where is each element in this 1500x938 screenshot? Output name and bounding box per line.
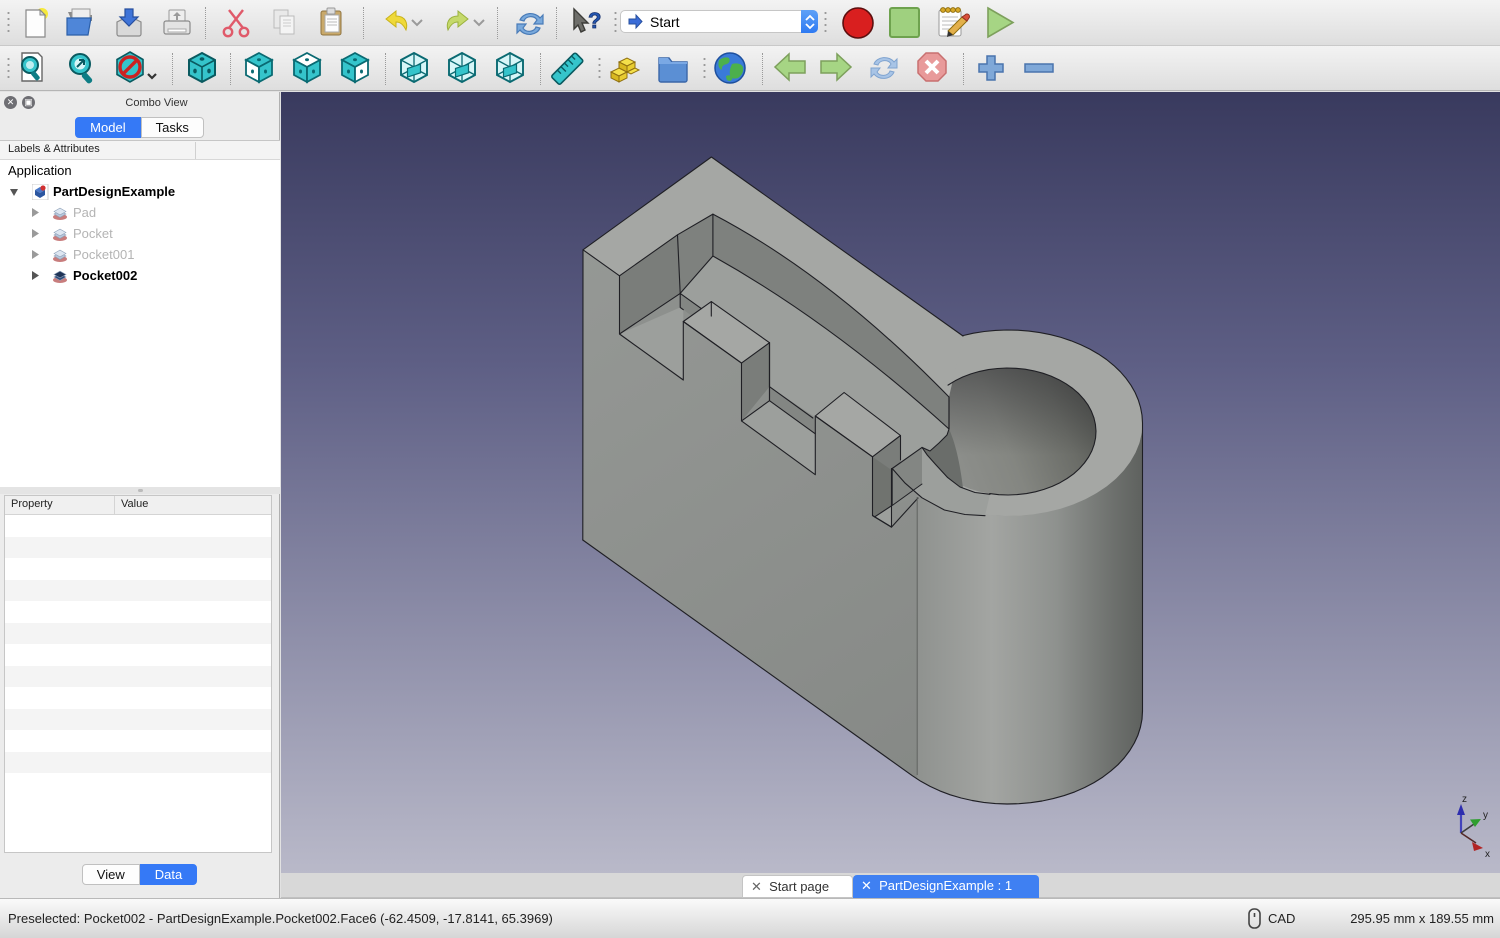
svg-text:x: x [1485, 849, 1490, 860]
svg-text:y: y [1483, 810, 1488, 821]
svg-text:z: z [1462, 794, 1467, 805]
svg-text:?: ? [588, 8, 601, 33]
